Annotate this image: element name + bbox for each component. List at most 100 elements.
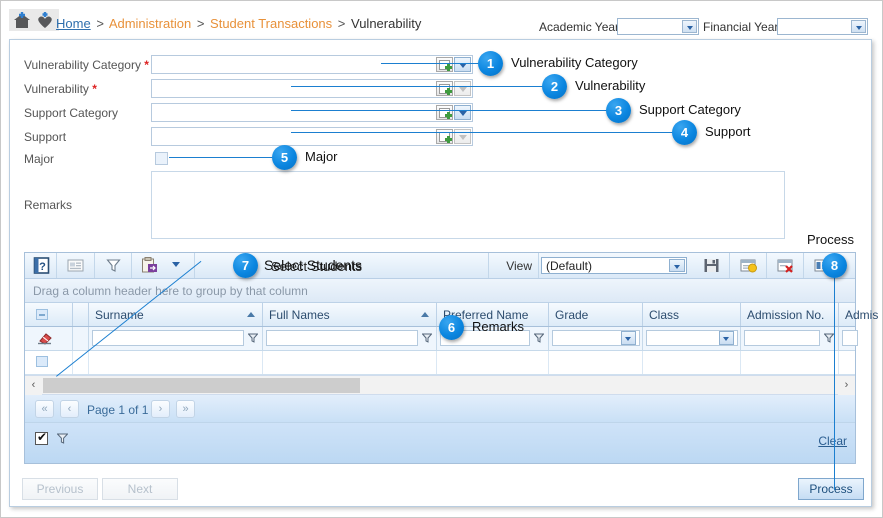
filter-icon[interactable] [247, 333, 259, 344]
clear-filter-link[interactable]: Clear [818, 434, 847, 448]
new-view-button[interactable] [730, 253, 767, 278]
filter-icon[interactable] [56, 433, 69, 445]
pager-first-button[interactable]: « [35, 400, 54, 418]
row-checkbox[interactable] [36, 356, 48, 367]
previous-button[interactable]: Previous [22, 478, 98, 500]
row-cell-class[interactable] [643, 351, 741, 374]
callout-label-1: Vulnerability Category [511, 55, 638, 70]
vulnerability-lookup[interactable] [151, 79, 473, 98]
callout-label-2: Vulnerability [575, 78, 646, 93]
pager-next-button[interactable]: › [151, 400, 170, 418]
column-header-class[interactable]: Class [643, 303, 741, 326]
filter-cell-class[interactable] [643, 327, 741, 350]
clear-filter-cell[interactable] [25, 327, 73, 350]
support-category-input[interactable] [153, 105, 435, 120]
select-all-checkbox[interactable] [36, 309, 48, 320]
chevron-down-icon[interactable] [621, 331, 636, 345]
row-cell-admission-no[interactable] [741, 351, 839, 374]
row-cell-admis[interactable] [839, 351, 857, 374]
callout-leader-8 [834, 276, 835, 490]
major-checkbox[interactable] [155, 152, 168, 165]
support-category-add-button[interactable] [436, 105, 453, 120]
vulnerability-dropdown-button[interactable] [454, 81, 471, 96]
callout-leader-3 [291, 110, 607, 111]
vulnerability-input[interactable] [153, 81, 435, 96]
support-lookup[interactable] [151, 127, 473, 146]
pager-prev-button[interactable]: ‹ [60, 400, 79, 418]
export-button[interactable] [132, 253, 195, 278]
process-button[interactable]: Process [798, 478, 864, 500]
row-cell-full-names[interactable] [263, 351, 437, 374]
filter-input-full-names[interactable] [266, 330, 418, 346]
remarks-textarea[interactable] [151, 171, 785, 239]
row-cell-grade[interactable] [549, 351, 643, 374]
callout-marker-4: 4 [672, 120, 697, 145]
home-icon[interactable] [11, 11, 33, 30]
filter-input-admis[interactable] [842, 330, 858, 346]
breadcrumb-student-transactions[interactable]: Student Transactions [210, 16, 332, 31]
delete-view-button[interactable] [767, 253, 804, 278]
filter-cell-grade[interactable] [549, 327, 643, 350]
vulnerability-category-add-button[interactable] [436, 57, 453, 72]
filter-input-surname[interactable] [92, 330, 244, 346]
callout-marker-3: 3 [606, 98, 631, 123]
vulnerability-category-lookup[interactable] [151, 55, 473, 74]
group-panel[interactable]: Drag a column header here to group by th… [25, 279, 855, 303]
academic-year-select[interactable] [617, 18, 699, 35]
callout-leader-1 [381, 63, 479, 64]
pager-last-button[interactable]: » [176, 400, 195, 418]
column-header-label: Grade [555, 308, 589, 322]
column-header-admis[interactable]: Admis [839, 303, 878, 326]
filter-cell-admission-no[interactable] [741, 327, 839, 350]
vulnerability-add-button[interactable] [436, 81, 453, 96]
filter-cell-admis[interactable] [839, 327, 858, 350]
row-select-cell[interactable] [25, 351, 73, 374]
column-header-grade[interactable]: Grade [549, 303, 643, 326]
support-category-dropdown-button[interactable] [454, 105, 471, 120]
save-view-button[interactable] [693, 253, 730, 278]
sort-ascending-icon [247, 312, 255, 317]
support-category-lookup[interactable] [151, 103, 473, 122]
column-header-surname[interactable]: Surname [89, 303, 263, 326]
next-button[interactable]: Next [102, 478, 178, 500]
column-header-admission-no[interactable]: Admission No. [741, 303, 839, 326]
view-select[interactable]: (Default) [541, 257, 687, 274]
chevron-down-icon[interactable] [669, 259, 685, 272]
filter-icon[interactable] [823, 333, 835, 344]
scroll-left-button[interactable]: ‹ [25, 376, 42, 395]
card-view-button[interactable] [57, 253, 95, 278]
footer-select-all-checkbox[interactable] [35, 430, 48, 445]
view-select-value: (Default) [546, 259, 593, 273]
filter-button[interactable] [95, 253, 132, 278]
filter-icon[interactable] [533, 333, 545, 344]
chevron-down-icon[interactable] [851, 20, 866, 33]
scroll-right-button[interactable]: › [838, 376, 855, 395]
vulnerability-category-input[interactable] [153, 57, 435, 72]
row-cell-preferred-name[interactable] [437, 351, 549, 374]
heart-icon[interactable] [34, 11, 56, 30]
filter-icon[interactable] [421, 333, 433, 344]
grid-row-new[interactable] [25, 351, 855, 375]
breadcrumb-home[interactable]: Home [56, 16, 91, 31]
filter-cell-surname[interactable] [89, 327, 263, 350]
callout-label-8: Process [807, 232, 854, 247]
help-button[interactable]: ? [25, 253, 57, 278]
breadcrumb-administration[interactable]: Administration [109, 16, 191, 31]
chevron-down-icon[interactable] [719, 331, 734, 345]
chevron-down-icon[interactable] [172, 262, 180, 267]
filter-input-admission-no[interactable] [744, 330, 820, 346]
vulnerability-category-dropdown-button[interactable] [454, 57, 471, 72]
chevron-down-icon[interactable] [682, 20, 697, 33]
select-all-header[interactable] [25, 303, 73, 326]
vulnerability-category-label: Vulnerability Category * [24, 58, 149, 72]
financial-year-select[interactable] [777, 18, 868, 35]
callout-marker-1: 1 [478, 51, 503, 76]
horizontal-scrollbar[interactable]: ‹ › [25, 375, 855, 395]
scrollbar-thumb[interactable] [43, 378, 360, 393]
column-header-full-names[interactable]: Full Names [263, 303, 437, 326]
application-window: Home > Administration > Student Transact… [0, 0, 883, 518]
eraser-icon[interactable] [37, 331, 53, 345]
column-header-label: Full Names [269, 308, 330, 322]
row-cell-surname[interactable] [89, 351, 263, 374]
filter-cell-full-names[interactable] [263, 327, 437, 350]
